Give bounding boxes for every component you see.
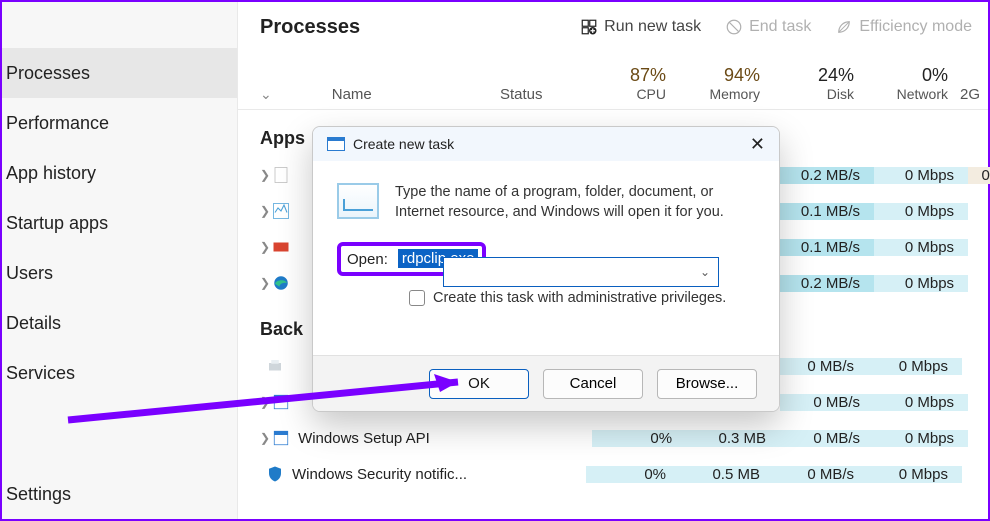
admin-checkbox-label: Create this task with administrative pri… — [433, 290, 726, 306]
cell-net: 0 Mbps — [874, 275, 968, 292]
app-icon — [272, 200, 290, 222]
cell-net: 0 Mbps — [868, 358, 962, 375]
end-task-button: End task — [725, 18, 811, 36]
cell-disk: 0.1 MB/s — [780, 239, 874, 256]
cell-gpu: 0. — [968, 167, 990, 184]
cell-net: 0 Mbps — [868, 466, 962, 483]
installer-icon — [272, 391, 290, 413]
app-icon — [272, 164, 290, 186]
run-large-icon — [337, 183, 379, 219]
run-new-task-label: Run new task — [604, 18, 701, 36]
sidebar-item-app-history[interactable]: App history — [2, 148, 237, 198]
cell-disk: 0.2 MB/s — [780, 167, 874, 184]
run-dialog-icon — [327, 137, 345, 151]
chevron-right-icon[interactable]: ❯ — [260, 395, 270, 409]
cell-cpu: 0% — [592, 430, 686, 447]
cell-disk: 0 MB/s — [774, 358, 868, 375]
sidebar-item-services[interactable]: Services — [2, 348, 237, 398]
cell-mem: 0.5 MB — [680, 466, 774, 483]
open-combobox[interactable]: ⌄ — [443, 257, 719, 287]
column-status[interactable]: Status — [500, 86, 582, 103]
cell-disk: 0 MB/s — [780, 394, 874, 411]
dialog-description: Type the name of a program, folder, docu… — [395, 183, 755, 222]
create-new-task-dialog: Create new task ✕ Type the name of a pro… — [312, 126, 780, 412]
installer-icon — [272, 427, 290, 449]
sidebar-item-startup-apps[interactable]: Startup apps — [2, 198, 237, 248]
chevron-right-icon[interactable]: ❯ — [260, 431, 270, 445]
shield-icon — [266, 463, 284, 485]
sidebar-item-processes[interactable]: Processes — [2, 48, 237, 98]
column-name[interactable]: Name — [332, 86, 372, 103]
dialog-button-row: OK Cancel Browse... — [313, 355, 779, 411]
cell-net: 0 Mbps — [874, 203, 968, 220]
app-icon — [272, 236, 290, 258]
chevron-right-icon[interactable]: ❯ — [260, 240, 270, 254]
cell-mem: 0.3 MB — [686, 430, 780, 447]
column-memory[interactable]: 94%Memory — [676, 65, 770, 103]
run-new-task-button[interactable]: Run new task — [580, 18, 701, 36]
sidebar-item-users[interactable]: Users — [2, 248, 237, 298]
efficiency-mode-button: Efficiency mode — [835, 18, 972, 36]
edge-icon — [272, 272, 290, 294]
sidebar-item-details[interactable]: Details — [2, 298, 237, 348]
column-disk[interactable]: 24%Disk — [770, 65, 864, 103]
cell-disk: 0.2 MB/s — [780, 275, 874, 292]
cell-cpu: 0% — [586, 466, 680, 483]
column-gpu-partial[interactable]: 2G — [958, 86, 984, 103]
end-task-icon — [725, 18, 743, 36]
browse-button[interactable]: Browse... — [657, 369, 757, 399]
cell-disk: 0.1 MB/s — [780, 203, 874, 220]
efficiency-mode-label: Efficiency mode — [859, 18, 972, 36]
sidebar: Processes Performance App history Startu… — [2, 2, 238, 519]
process-name: Windows Security notific... — [292, 466, 504, 483]
column-network[interactable]: 0%Network — [864, 65, 958, 103]
table-row[interactable]: ❯ Windows Setup API 0% 0.3 MB 0 MB/s 0 M… — [238, 420, 988, 456]
cell-disk: 0 MB/s — [780, 430, 874, 447]
close-icon[interactable]: ✕ — [750, 134, 765, 155]
chevron-right-icon[interactable]: ❯ — [260, 204, 270, 218]
dialog-title: Create new task — [353, 136, 454, 152]
column-cpu[interactable]: 87%CPU — [582, 65, 676, 103]
chevron-right-icon[interactable]: ❯ — [260, 276, 270, 290]
open-label: Open: — [345, 251, 388, 268]
sidebar-item-performance[interactable]: Performance — [2, 98, 237, 148]
chevron-down-icon[interactable]: ⌄ — [700, 265, 710, 279]
dialog-titlebar[interactable]: Create new task ✕ — [313, 127, 779, 161]
cell-disk: 0 MB/s — [774, 466, 868, 483]
cell-net: 0 Mbps — [874, 239, 968, 256]
sort-indicator-icon[interactable]: ⌄ — [260, 86, 272, 103]
admin-checkbox[interactable] — [409, 290, 425, 306]
printer-icon — [266, 355, 284, 377]
table-row[interactable]: Windows Security notific... 0% 0.5 MB 0 … — [238, 456, 988, 492]
title-actions: Run new task End task Efficiency mode — [580, 18, 988, 36]
page-title: Processes — [260, 16, 360, 39]
cell-net: 0 Mbps — [874, 167, 968, 184]
run-task-icon — [580, 18, 598, 36]
cancel-button[interactable]: Cancel — [543, 369, 643, 399]
title-row: Processes Run new task End task Efficien… — [238, 2, 988, 52]
ok-button[interactable]: OK — [429, 369, 529, 399]
leaf-icon — [835, 18, 853, 36]
sidebar-item-settings[interactable]: Settings — [2, 469, 71, 519]
cell-net: 0 Mbps — [874, 430, 968, 447]
chevron-right-icon[interactable]: ❯ — [260, 168, 270, 182]
columns-header: ⌄ Name Status 87%CPU 94%Memory 24%Disk 0… — [238, 52, 988, 110]
end-task-label: End task — [749, 18, 811, 36]
cell-net: 0 Mbps — [874, 394, 968, 411]
process-name: Windows Setup API — [298, 430, 510, 447]
